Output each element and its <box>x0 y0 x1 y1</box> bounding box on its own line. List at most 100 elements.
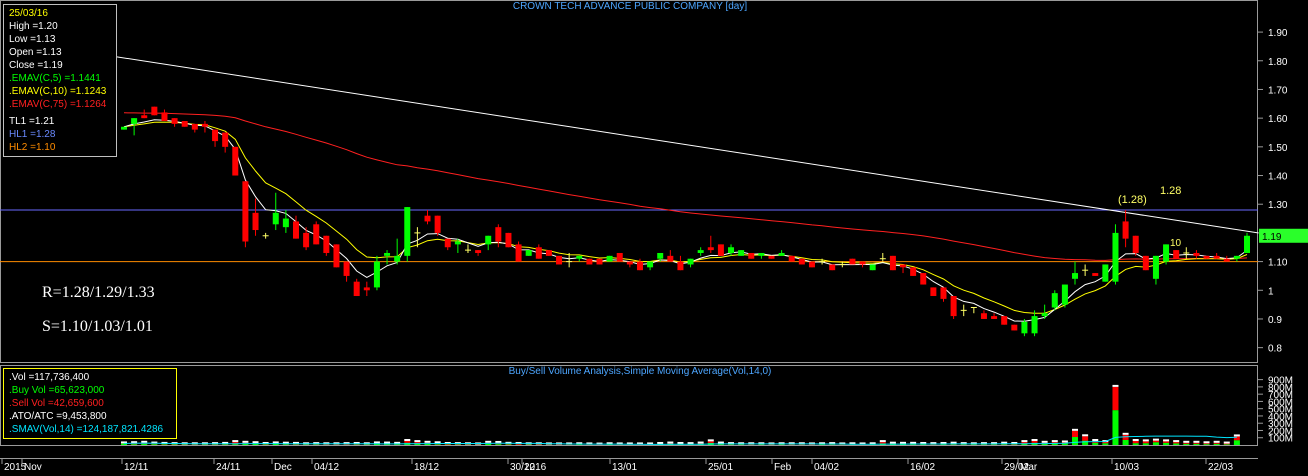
candle-body <box>1011 324 1018 331</box>
candle-body <box>697 250 704 253</box>
candle-body <box>1001 316 1008 325</box>
vol-total: .Vol =117,736,400 <box>9 372 90 383</box>
candle-body <box>657 252 664 259</box>
ato-volume-bar <box>1041 440 1048 443</box>
ato-volume-bar <box>1213 440 1220 443</box>
y-tick-label: 1.60 <box>1268 114 1288 125</box>
candle-body <box>353 281 360 297</box>
candle-body <box>1102 264 1109 282</box>
ato-volume-bar <box>717 441 724 444</box>
candle-body <box>1203 255 1210 259</box>
ato-volume-bar <box>232 440 239 443</box>
x-tick-label: 13/01 <box>612 462 637 473</box>
sell-volume-bar <box>1203 443 1210 445</box>
candlestick-series <box>121 106 1250 337</box>
candle-body <box>677 261 684 271</box>
indicator-lines <box>0 54 1259 322</box>
candle-body <box>556 255 563 265</box>
y-tick-label: 1.50 <box>1268 143 1288 154</box>
ato-volume-bar <box>373 441 380 444</box>
candle-body <box>181 121 188 127</box>
candle-body <box>738 250 745 256</box>
x-tick-label: 04/02 <box>814 462 839 473</box>
price-info-box: 25/03/16 High =1.20 Low =1.13 Open =1.13… <box>3 4 117 157</box>
ato-volume-bar <box>1173 440 1180 443</box>
candle-body <box>151 106 158 116</box>
sell-volume-bar <box>1132 441 1139 444</box>
y-tick-label: 1.80 <box>1268 57 1288 68</box>
candle-body <box>525 250 532 256</box>
peak-label: (1.28) <box>1118 194 1147 206</box>
ato-volume-bar <box>424 440 431 443</box>
sell-volume-bar <box>343 444 350 445</box>
x-tick-label: Dec <box>274 462 292 473</box>
candle-body <box>869 264 876 271</box>
sell-volume-bar <box>1152 440 1159 443</box>
sell-volume-bar <box>1173 442 1180 444</box>
buy-volume-bar <box>1183 443 1190 445</box>
buy-volume-bar <box>161 444 168 445</box>
x-tick-label: 25/01 <box>708 462 733 473</box>
candle-body <box>1173 250 1180 259</box>
vol-smav: .SMAV(Vol,14) =124,187,821.4286 <box>9 424 164 435</box>
candle-body <box>384 252 391 256</box>
candle-body <box>626 261 633 265</box>
sell-volume-bar <box>1163 441 1170 443</box>
ato-volume-bar <box>657 441 664 444</box>
ato-volume-bar <box>1031 439 1038 442</box>
ato-volume-bar <box>242 440 249 443</box>
buy-volume-bar <box>1203 444 1210 445</box>
candle-body <box>798 258 805 265</box>
sell-volume-bar <box>1142 441 1149 444</box>
buy-volume-bar <box>1213 443 1220 445</box>
candle-body <box>131 118 138 124</box>
candle-body <box>535 247 542 259</box>
x-tick-label: Nov <box>24 462 42 473</box>
buy-volume-bar <box>1142 443 1149 445</box>
sell-volume-bar <box>707 441 714 443</box>
sell-volume-bar <box>879 442 886 444</box>
candle-body <box>1061 284 1068 305</box>
candle-body <box>758 252 765 256</box>
candle-body <box>1213 255 1220 259</box>
candle-body <box>485 235 492 245</box>
ato-volume-bar <box>677 441 684 444</box>
sell-volume-bar <box>1122 434 1129 440</box>
candle-body <box>242 181 249 242</box>
info-close: Close =1.19 <box>9 60 63 71</box>
volume-panel-border <box>0 365 1258 446</box>
buy-volume-bar <box>1112 410 1119 445</box>
vol-ato: .ATO/ATC =9,453,800 <box>9 411 107 422</box>
ato-volume-bar <box>1233 434 1240 437</box>
candle-body <box>313 224 320 245</box>
candle-body <box>1021 321 1028 334</box>
trend-line <box>104 54 1259 234</box>
candle-body <box>1031 316 1038 334</box>
ato-volume-bar <box>252 441 259 444</box>
y-tick-label: 1.30 <box>1268 200 1288 211</box>
sell-volume-bar <box>1072 430 1079 438</box>
x-tick-label: 12/11 <box>124 462 149 473</box>
ato-volume-bar <box>1132 439 1139 442</box>
info-open: Open =1.13 <box>9 47 62 58</box>
hl2-label: 10 <box>1170 238 1182 249</box>
candle-body <box>940 287 947 299</box>
sell-volume-bar <box>404 441 411 443</box>
sell-volume-bar <box>1112 386 1119 411</box>
candle-body <box>859 261 866 265</box>
buy-volume-bar <box>262 444 269 445</box>
price-panel-border <box>0 0 1258 363</box>
x-tick-label: Feb <box>774 462 792 473</box>
candle-body <box>191 123 198 130</box>
candle-body <box>849 258 856 265</box>
candle-body <box>576 255 583 259</box>
candle-body <box>606 255 613 262</box>
sell-volume-bar <box>515 443 522 445</box>
ato-volume-bar <box>1152 438 1159 441</box>
candle-body <box>728 247 735 253</box>
candle-body <box>687 258 694 265</box>
vol-buy: .Buy Vol =65,623,000 <box>9 385 105 396</box>
candle-body <box>586 258 593 265</box>
candle-body <box>1163 244 1170 262</box>
candle-body <box>1092 273 1099 276</box>
